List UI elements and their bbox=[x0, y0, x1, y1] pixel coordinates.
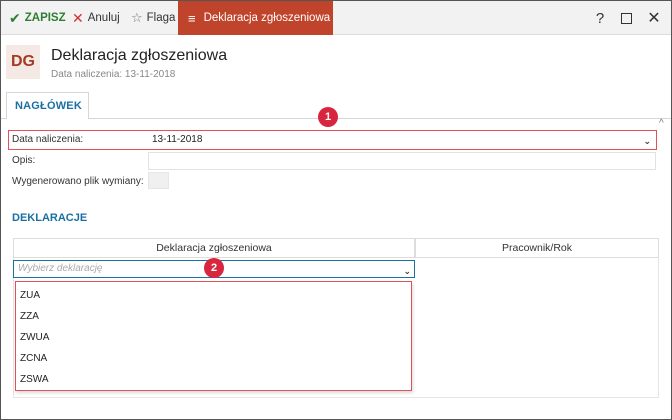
date-value: 13-11-2018 bbox=[152, 134, 203, 145]
chevron-up-icon[interactable]: ^ bbox=[659, 118, 664, 129]
flag-button[interactable]: ☆ Flaga bbox=[131, 1, 175, 35]
section-title: DEKLARACJE bbox=[12, 212, 88, 224]
tab-divider bbox=[89, 118, 671, 119]
document-tab-label: Deklaracja zgłoszeniowa bbox=[203, 12, 331, 24]
cancel-label: Anuluj bbox=[87, 12, 120, 24]
close-icon: ✕ bbox=[72, 9, 84, 26]
close-window-icon: ✕ bbox=[647, 10, 661, 27]
save-label: ZAPISZ bbox=[24, 12, 66, 24]
page-title: Deklaracja zgłoszeniowa bbox=[51, 47, 228, 64]
help-button[interactable]: ? bbox=[588, 1, 612, 35]
tab-divider-left bbox=[1, 118, 6, 119]
document-badge: DG bbox=[6, 45, 40, 79]
declaration-dropdown: ZUA ZZA ZWUA ZCNA ZSWA bbox=[15, 281, 412, 391]
column-header-declaration[interactable]: Deklaracja zgłoszeniowa bbox=[13, 238, 415, 258]
combo-placeholder: Wybierz deklarację bbox=[18, 263, 103, 274]
maximize-button[interactable] bbox=[614, 1, 638, 35]
toolbar: ✔ ZAPISZ ✕ Anuluj ☆ Flaga ≡ Deklaracja z… bbox=[1, 1, 671, 35]
save-button[interactable]: ✔ ZAPISZ bbox=[9, 1, 66, 35]
column-header-employee-year[interactable]: Pracownik/Rok bbox=[415, 238, 659, 258]
page-subtitle: Data naliczenia: 13-11-2018 bbox=[51, 69, 176, 80]
help-label: ? bbox=[595, 9, 605, 27]
option-item[interactable]: ZUA bbox=[20, 290, 40, 301]
cancel-button[interactable]: ✕ Anuluj bbox=[72, 1, 120, 35]
option-item[interactable]: ZCNA bbox=[20, 353, 47, 364]
annotation-badge-1: 1 bbox=[318, 107, 338, 127]
generated-checkbox[interactable] bbox=[148, 172, 169, 189]
document-tab[interactable]: ≡ Deklaracja zgłoszeniowa bbox=[178, 1, 333, 35]
date-select[interactable]: 13-11-2018 ⌄ bbox=[148, 132, 655, 148]
flag-label: Flaga bbox=[146, 12, 176, 24]
annotation-badge-2: 2 bbox=[204, 258, 224, 278]
star-icon: ☆ bbox=[131, 10, 143, 25]
maximize-icon bbox=[620, 12, 632, 24]
app-window: ✔ ZAPISZ ✕ Anuluj ☆ Flaga ≡ Deklaracja z… bbox=[0, 0, 672, 420]
chevron-down-icon: ⌄ bbox=[643, 136, 651, 146]
option-item[interactable]: ZZA bbox=[20, 311, 39, 322]
check-icon: ✔ bbox=[9, 9, 21, 26]
desc-label: Opis: bbox=[12, 155, 36, 166]
tab-naglowek[interactable]: NAGŁÓWEK bbox=[6, 92, 89, 119]
chevron-down-icon: ⌄ bbox=[403, 266, 411, 276]
option-item[interactable]: ZWUA bbox=[20, 332, 49, 343]
close-window-button[interactable]: ✕ bbox=[642, 1, 666, 35]
menu-icon: ≡ bbox=[188, 10, 196, 26]
date-label: Data naliczenia: bbox=[12, 134, 84, 145]
desc-input[interactable] bbox=[148, 152, 656, 170]
option-item[interactable]: ZSWA bbox=[20, 374, 49, 385]
generated-label: Wygenerowano plik wymiany: bbox=[12, 176, 144, 187]
